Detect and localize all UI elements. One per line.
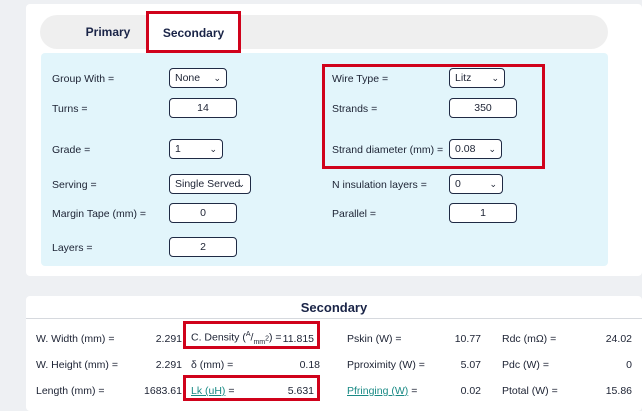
secondary-form-panel: Group With = None ⌄ Turns = 14 Grade = 1… [41,53,608,266]
pdc-label: Pdc (W) = [502,359,549,371]
secondary-results-card: Secondary W. Width (mm) = 2.291 W. Heigh… [26,296,642,411]
winding-tabs: Primary Secondary [40,11,608,53]
insulation-layers-select[interactable]: 0 ⌄ [449,174,503,194]
w-height-label: W. Height (mm) = [36,359,118,371]
pskin-label: Pskin (W) = [347,333,402,345]
pfringing-value: 0.02 [460,385,481,397]
lk-value: 5.631 [287,385,314,397]
grade-select[interactable]: 1 ⌄ [169,139,223,159]
serving-select[interactable]: Single Served ⌄ [169,174,251,194]
turns-label: Turns = [52,103,88,115]
ptotal-label: Ptotal (W) = [502,385,558,397]
pdc-value: 0 [626,359,632,371]
lk-equals: = [228,385,235,397]
w-width-value: 2.291 [155,333,182,345]
chevron-down-icon: ⌄ [209,144,217,154]
serving-label: Serving = [52,179,97,191]
winding-settings-card: Primary Secondary Group With = None ⌄ Tu… [26,4,642,276]
c-density-label: C. Density (A/mm2) = [191,331,282,346]
w-height-value: 2.291 [155,359,182,371]
grade-label: Grade = [52,144,91,156]
layers-label: Layers = [52,242,93,254]
length-label: Length (mm) = [36,385,105,397]
c-density-label-pre: C. Density ( [191,331,246,344]
length-value: 1683.61 [144,385,182,397]
pfringing-link[interactable]: Pfringing (W) [347,385,408,397]
insulation-layers-label: N insulation layers = [332,179,427,191]
c-density-unit-denominator: mm2 [253,335,269,346]
w-width-label: W. Width (mm) = [36,333,115,345]
group-with-select[interactable]: None ⌄ [169,68,227,88]
delta-value: 0.18 [299,359,320,371]
tab-secondary[interactable]: Secondary [146,11,241,53]
turns-input[interactable]: 14 [169,98,237,118]
parallel-input[interactable]: 1 [449,203,517,223]
c-density-value: 11.815 [282,333,314,345]
delta-label: δ (mm) = [191,359,234,371]
pproximity-value: 5.07 [460,359,481,371]
chevron-down-icon: ⌄ [237,179,245,189]
c-density-unit-mm: mm [253,338,266,346]
group-with-label: Group With = [52,73,115,85]
margin-tape-input[interactable]: 0 [169,203,237,223]
margin-tape-label: Margin Tape (mm) = [52,208,147,220]
group-with-value: None [175,72,201,84]
rdc-value: 24.02 [605,333,632,345]
insulation-layers-value: 0 [455,178,461,190]
pfringing-equals: = [411,385,418,397]
rdc-label: Rdc (mΩ) = [502,333,557,345]
results-title: Secondary [300,300,368,315]
wire-settings-highlight [322,64,545,169]
pskin-value: 10.77 [454,333,481,345]
parallel-label: Parallel = [332,208,377,220]
ptotal-value: 15.86 [605,385,632,397]
serving-value: Single Served [175,178,241,190]
chevron-down-icon: ⌄ [213,73,221,83]
pproximity-label: Pproximity (W) = [347,359,425,371]
chevron-down-icon: ⌄ [489,179,497,189]
grade-value: 1 [175,143,181,155]
lk-label: Lk (uH) = [191,385,235,397]
layers-input[interactable]: 2 [169,237,237,257]
tab-primary[interactable]: Primary [58,15,158,49]
results-divider [26,318,642,319]
lk-link[interactable]: Lk (uH) [191,385,225,397]
pfringing-label: Pfringing (W) = [347,385,417,397]
